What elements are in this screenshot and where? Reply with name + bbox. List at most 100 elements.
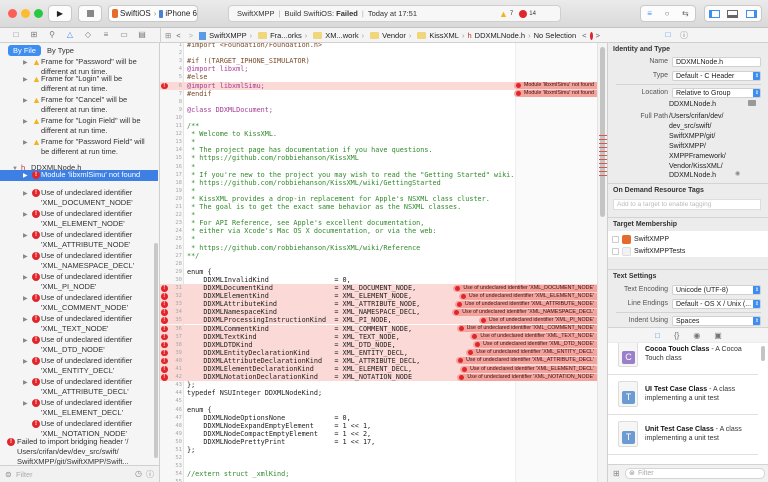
- reveal-in-finder-icon[interactable]: ◉: [735, 170, 740, 177]
- issue-row[interactable]: ▶!Module 'libxmlSimu' not found: [0, 170, 158, 181]
- navigator-filter-input[interactable]: Filter: [16, 470, 33, 479]
- disclosure-triangle-icon[interactable]: ▶: [23, 171, 28, 181]
- version-editor-icon[interactable]: ⇆: [682, 9, 689, 18]
- error-annotation[interactable]: Use of undeclared identifier 'XML_NOTATI…: [457, 374, 597, 381]
- target-swiftxmpp[interactable]: SwiftXMPP: [612, 235, 669, 244]
- disclosure-triangle-icon[interactable]: ▶: [23, 357, 28, 367]
- checkbox[interactable]: [612, 236, 619, 243]
- issue-row[interactable]: ▶!Use of undeclared identifier'XML_ENTIT…: [0, 356, 158, 377]
- breakpoint-navigator-icon[interactable]: ▭: [118, 30, 130, 41]
- disclosure-triangle-icon[interactable]: ▶: [23, 294, 28, 304]
- error-annotation[interactable]: Use of undeclared identifier 'XML_DTD_NO…: [473, 341, 597, 348]
- odr-tag-input[interactable]: Add to a target to enable tagging: [613, 199, 761, 210]
- run-button[interactable]: ▶: [48, 5, 72, 22]
- toggle-navigator-icon[interactable]: [709, 10, 720, 18]
- error-annotation[interactable]: Use of undeclared identifier 'XML_PI_NOD…: [479, 317, 597, 324]
- toggle-utilities-icon[interactable]: [746, 10, 757, 18]
- media-library-icon[interactable]: ▣: [714, 331, 722, 340]
- disclosure-triangle-icon[interactable]: ▶: [23, 96, 28, 106]
- issue-row[interactable]: ▶!Use of undeclared identifier'XML_COMME…: [0, 293, 158, 314]
- test-navigator-icon[interactable]: ◇: [82, 30, 94, 41]
- breadcrumb-xmppframework[interactable]: XM...work: [310, 31, 358, 40]
- issue-row[interactable]: ▶▲Frame for "Cancel" will bedifferent at…: [0, 95, 158, 116]
- target-swiftxmpptests[interactable]: SwiftXMPPTests: [612, 247, 685, 256]
- recent-filter-icon[interactable]: ◷: [135, 469, 142, 478]
- file-template-item[interactable]: TUnit Test Case Class - A class implemen…: [608, 415, 758, 455]
- error-annotation[interactable]: Use of undeclared identifier 'XML_ATTRIB…: [455, 301, 597, 308]
- location-select[interactable]: Relative to Group⇕: [672, 88, 761, 98]
- error-annotation[interactable]: Use of undeclared identifier 'XML_DOCUME…: [453, 285, 597, 292]
- error-annotation[interactable]: Use of undeclared identifier 'XML_ELEMEN…: [460, 366, 597, 373]
- disclosure-triangle-icon[interactable]: ▶: [23, 210, 28, 220]
- checkbox[interactable]: [612, 248, 619, 255]
- next-issue-button[interactable]: >: [596, 31, 600, 40]
- grid-view-icon[interactable]: ⊞: [613, 469, 620, 478]
- disclosure-triangle-icon[interactable]: ▶: [23, 336, 28, 346]
- breadcrumb-frameworks[interactable]: Fra...orks: [255, 31, 302, 40]
- disclosure-triangle-icon[interactable]: ▶: [23, 138, 28, 148]
- error-annotation[interactable]: Module 'libxmlSimu' not found: [514, 82, 597, 89]
- library-scrollbar[interactable]: [761, 346, 765, 361]
- disclosure-triangle-icon[interactable]: ▶: [23, 252, 28, 262]
- breadcrumb-project[interactable]: SwiftXMPP: [199, 31, 247, 40]
- issue-row[interactable]: ▶!Use of undeclared identifier'XML_ELEME…: [0, 209, 158, 230]
- issue-row[interactable]: ▶▲Frame for "Login" will bedifferent at …: [0, 74, 158, 95]
- breadcrumb-selection[interactable]: No Selection: [534, 31, 577, 40]
- disclosure-triangle-icon[interactable]: ▶: [23, 117, 28, 127]
- issue-row[interactable]: ▶!Use of undeclared identifier'XML_ELEME…: [0, 398, 158, 419]
- file-template-library-icon[interactable]: □: [655, 331, 660, 340]
- issue-row[interactable]: ▶!Use of undeclared identifier'XML_DTD_N…: [0, 335, 158, 356]
- stop-button[interactable]: [78, 5, 102, 22]
- issue-row[interactable]: ▶!Use of undeclared identifier'XML_ATTRI…: [0, 230, 158, 251]
- close-window-button[interactable]: [8, 9, 17, 18]
- disclosure-triangle-icon[interactable]: ▶: [23, 75, 28, 85]
- issue-row[interactable]: ▶!Use of undeclared identifier'XML_PI_NO…: [0, 272, 158, 293]
- assistant-editor-icon[interactable]: ○: [665, 9, 670, 18]
- quick-help-icon[interactable]: ⓘ: [678, 30, 690, 41]
- error-annotation[interactable]: Use of undeclared identifier 'XML_ELEMEN…: [459, 293, 597, 300]
- breadcrumb-vendor[interactable]: Vendor: [367, 31, 406, 40]
- previous-issue-button[interactable]: <: [582, 31, 586, 40]
- editor-scrollbar[interactable]: [597, 43, 607, 482]
- issue-row[interactable]: ▶▲Frame for "Login Field" will bediffere…: [0, 116, 158, 137]
- issues-filter-icon[interactable]: ⓘ: [146, 469, 154, 480]
- error-annotation[interactable]: Use of undeclared identifier 'XML_NAMESP…: [452, 309, 597, 316]
- disclosure-triangle-icon[interactable]: ▶: [23, 58, 28, 68]
- issue-row[interactable]: ▶▲Frame for "Password Field" willbe diff…: [0, 137, 158, 158]
- minimize-window-button[interactable]: [21, 9, 30, 18]
- issue-counts[interactable]: ▲7 14: [499, 9, 536, 19]
- disclosure-triangle-icon[interactable]: ▶: [23, 315, 28, 325]
- source-editor[interactable]: 1#import <Foundation/Foundation.h>23#if …: [160, 43, 607, 482]
- disclosure-triangle-icon[interactable]: ▶: [23, 231, 28, 241]
- navigator-scrollbar[interactable]: [154, 243, 158, 458]
- scheme-selector[interactable]: SwiftiOS › iPhone 6: [108, 5, 198, 22]
- error-annotation[interactable]: Use of undeclared identifier 'XML_ENTITY…: [466, 349, 597, 356]
- issue-row[interactable]: !Failed to import bridging header '/User…: [0, 437, 158, 465]
- symbol-navigator-icon[interactable]: ⊞: [28, 30, 40, 41]
- issue-row[interactable]: ▶!Use of undeclared identifier'XML_NAMES…: [0, 251, 158, 272]
- breadcrumb-kissxml[interactable]: KissXML: [414, 31, 459, 40]
- issue-row[interactable]: ▶!Use of undeclared identifier'XML_ATTRI…: [0, 377, 158, 398]
- zoom-window-button[interactable]: [34, 9, 43, 18]
- project-navigator-icon[interactable]: □: [10, 30, 22, 41]
- error-annotation[interactable]: Use of undeclared identifier 'XML_ATTRIB…: [456, 357, 597, 364]
- back-button[interactable]: <: [176, 31, 180, 40]
- report-navigator-icon[interactable]: ▤: [136, 30, 148, 41]
- indent-select[interactable]: Spaces⇕: [672, 316, 761, 326]
- object-library-icon[interactable]: ◉: [693, 331, 700, 340]
- forward-button[interactable]: >: [189, 31, 193, 40]
- breadcrumb-file[interactable]: hDDXMLNode.h: [467, 31, 525, 40]
- file-template-item[interactable]: CCocoa Touch Class - A Cocoa Touch class: [608, 343, 758, 375]
- issue-row[interactable]: ▶!Use of undeclared identifier'XML_DOCUM…: [0, 188, 158, 209]
- debug-navigator-icon[interactable]: ≡: [100, 30, 112, 41]
- code-snippet-library-icon[interactable]: {}: [674, 331, 679, 340]
- library-filter-input[interactable]: ⊜ Filter: [625, 468, 765, 479]
- related-items-icon[interactable]: ⊞: [165, 31, 171, 40]
- reveal-folder-icon[interactable]: [748, 100, 756, 106]
- error-annotation[interactable]: Use of undeclared identifier 'XML_COMMEN…: [457, 325, 597, 332]
- encoding-select[interactable]: Unicode (UTF-8)⇕: [672, 285, 761, 295]
- error-annotation[interactable]: Module 'libxmlSimu' not found: [514, 90, 597, 97]
- disclosure-triangle-icon[interactable]: ▶: [23, 273, 28, 283]
- file-template-item[interactable]: TUI Test Case Class - A class implementi…: [608, 375, 758, 415]
- error-annotation[interactable]: Use of undeclared identifier 'XML_TEXT_N…: [470, 333, 597, 340]
